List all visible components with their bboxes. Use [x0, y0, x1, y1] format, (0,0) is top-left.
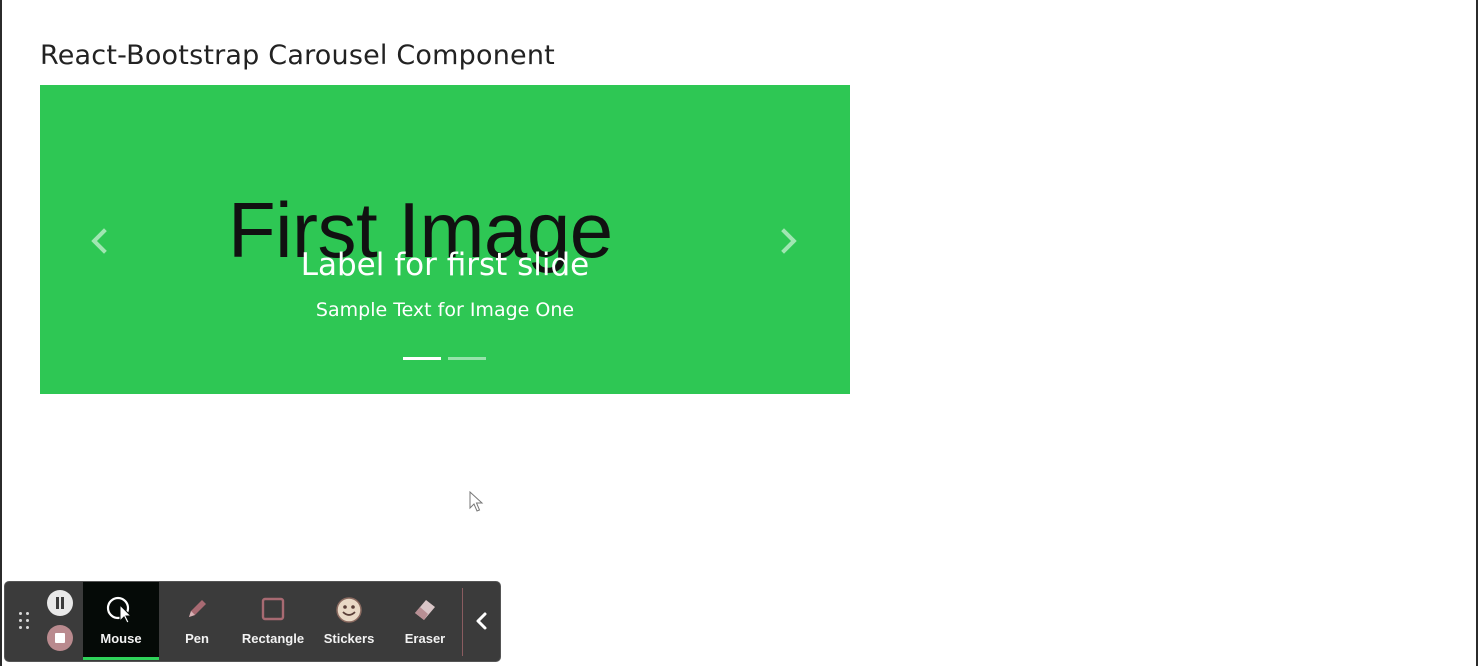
carousel-indicators [403, 357, 486, 360]
eraser-icon [411, 596, 439, 625]
chevron-left-icon [476, 612, 487, 630]
carousel-indicator-2[interactable] [448, 357, 486, 360]
carousel-caption-title: Label for first slide [300, 247, 590, 283]
tool-pen[interactable]: Pen [159, 582, 235, 657]
tool-stickers[interactable]: Stickers [311, 582, 387, 657]
chevron-right-icon [771, 228, 797, 254]
page-title: React-Bootstrap Carousel Component [40, 40, 555, 71]
carousel-next-button[interactable] [768, 221, 808, 261]
tool-eraser[interactable]: Eraser [387, 582, 463, 657]
stop-icon[interactable] [47, 625, 73, 651]
carousel-indicator-1[interactable] [403, 357, 441, 360]
tool-rectangle[interactable]: Rectangle [235, 582, 311, 657]
mouse-cursor-icon [106, 596, 136, 627]
pen-icon [184, 596, 210, 625]
chevron-left-icon [91, 228, 117, 254]
carousel-prev-button[interactable] [80, 221, 120, 261]
tool-pen-label: Pen [185, 631, 209, 646]
toolbar-divider [462, 588, 463, 656]
tool-mouse[interactable]: Mouse [83, 582, 159, 660]
window-border-left [0, 0, 2, 666]
collapse-toolbar-button[interactable] [467, 606, 497, 636]
annotation-toolbar: Mouse Pen Rectangle Stickers Eraser [5, 582, 500, 661]
carousel-caption-text: Sample Text for Image One [315, 299, 575, 321]
sticker-icon [335, 596, 363, 627]
rectangle-icon [260, 596, 286, 625]
tool-eraser-label: Eraser [404, 631, 446, 646]
drag-handle-icon[interactable] [19, 612, 33, 634]
pause-icon[interactable] [47, 590, 73, 616]
carousel: First Image Label for first slide Sample… [40, 85, 850, 394]
tool-mouse-label: Mouse [100, 631, 142, 646]
tool-stickers-label: Stickers [323, 631, 375, 646]
mouse-pointer-icon [469, 490, 485, 517]
tool-rectangle-label: Rectangle [241, 631, 305, 646]
